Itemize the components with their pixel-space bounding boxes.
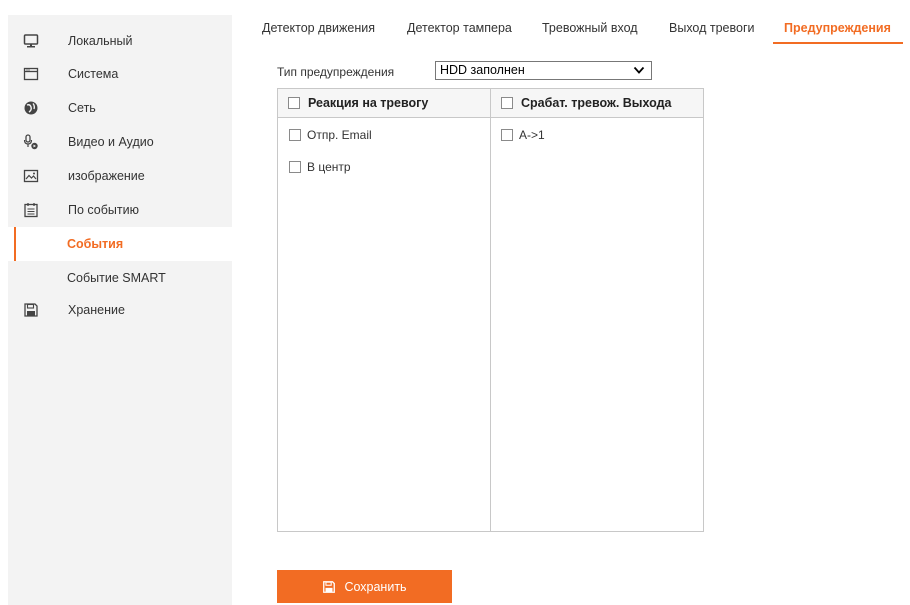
sidebar: Локальный Система Сеть Видео и Аудио изо… bbox=[8, 15, 232, 605]
save-button[interactable]: Сохранить bbox=[277, 570, 452, 603]
floppy-disk-icon bbox=[23, 302, 39, 318]
save-button-label: Сохранить bbox=[344, 579, 407, 594]
chevron-down-icon bbox=[633, 64, 645, 76]
alarm-reaction-header: Реакция на тревогу bbox=[278, 89, 490, 118]
globe-icon bbox=[23, 100, 39, 116]
alarm-output-select-all-checkbox[interactable] bbox=[501, 97, 513, 109]
monitor-icon bbox=[23, 33, 39, 49]
sidebar-item-label: События bbox=[67, 237, 124, 251]
active-tab-underline bbox=[773, 42, 903, 44]
column-divider bbox=[490, 89, 491, 531]
tab-alarm-output[interactable]: Выход тревоги bbox=[669, 21, 755, 35]
alarm-output-header: Срабат. тревож. Выхода bbox=[491, 89, 703, 118]
sidebar-item-label: изображение bbox=[68, 169, 145, 183]
linkage-panels: Реакция на тревогу Срабат. тревож. Выход… bbox=[277, 88, 704, 532]
send-email-label: Отпр. Email bbox=[307, 128, 372, 142]
tab-motion-detection[interactable]: Детектор движения bbox=[262, 21, 375, 35]
sidebar-item-local[interactable]: Локальный bbox=[8, 24, 232, 58]
warning-type-select[interactable]: HDD заполнен bbox=[435, 61, 652, 80]
sidebar-item-storage[interactable]: Хранение bbox=[8, 293, 232, 327]
sidebar-item-label: Сеть bbox=[68, 101, 96, 115]
sidebar-item-label: Хранение bbox=[68, 303, 125, 317]
sidebar-item-smart-event[interactable]: Событие SMART bbox=[8, 261, 232, 295]
warning-type-label: Тип предупреждения bbox=[277, 65, 395, 79]
sidebar-item-network[interactable]: Сеть bbox=[8, 91, 232, 125]
alarm-output-a1-label: A->1 bbox=[519, 128, 545, 142]
sidebar-item-label: Видео и Аудио bbox=[68, 135, 154, 149]
send-email-checkbox[interactable] bbox=[289, 129, 301, 141]
alarm-reaction-header-label: Реакция на тревогу bbox=[308, 96, 429, 110]
sidebar-item-image[interactable]: изображение bbox=[8, 159, 232, 193]
sidebar-item-system[interactable]: Система bbox=[8, 57, 232, 91]
sidebar-item-label: По событию bbox=[68, 203, 139, 217]
sidebar-item-label: Локальный bbox=[68, 34, 133, 48]
alarm-output-a1-checkbox[interactable] bbox=[501, 129, 513, 141]
sidebar-item-label: Система bbox=[68, 67, 119, 81]
notify-center-label: В центр bbox=[307, 160, 351, 174]
tab-alarm-input[interactable]: Тревожный вход bbox=[542, 21, 638, 35]
tab-warnings[interactable]: Предупреждения bbox=[784, 21, 891, 35]
notify-center-checkbox[interactable] bbox=[289, 161, 301, 173]
active-indicator bbox=[14, 227, 16, 261]
alarm-reaction-select-all-checkbox[interactable] bbox=[288, 97, 300, 109]
image-icon bbox=[23, 168, 39, 184]
sidebar-item-video-audio[interactable]: Видео и Аудио bbox=[8, 125, 232, 159]
tab-bar: Детектор движения Детектор тампера Трево… bbox=[232, 12, 910, 44]
system-icon bbox=[23, 66, 39, 82]
sidebar-item-label: Событие SMART bbox=[67, 271, 166, 285]
alarm-output-header-label: Срабат. тревож. Выхода bbox=[521, 96, 672, 110]
tab-tamper-detection[interactable]: Детектор тампера bbox=[407, 21, 512, 35]
microphone-icon bbox=[23, 134, 39, 150]
sidebar-item-event[interactable]: По событию bbox=[8, 193, 232, 227]
calendar-icon bbox=[23, 202, 39, 218]
floppy-disk-icon bbox=[322, 580, 336, 594]
warning-type-value: HDD заполнен bbox=[440, 63, 525, 77]
sidebar-item-events[interactable]: События bbox=[8, 227, 232, 261]
